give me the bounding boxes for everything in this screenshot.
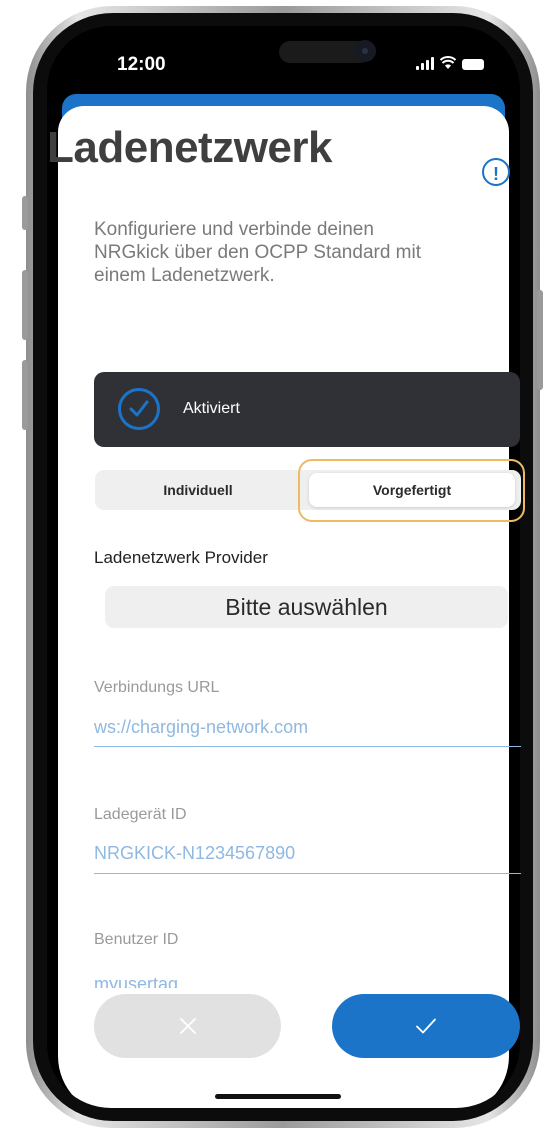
battery-icon xyxy=(462,59,484,70)
phone-action-button xyxy=(22,196,28,230)
phone-power-button xyxy=(537,290,543,390)
page-description: Konfiguriere und verbinde deinen NRGkick… xyxy=(94,219,422,286)
status-bar: 12:00 xyxy=(47,26,520,104)
user-id-clip: myusertag xyxy=(94,966,521,988)
status-icons xyxy=(416,56,484,70)
connection-url-label: Verbindungs URL xyxy=(94,679,220,696)
cellular-signal-icon xyxy=(416,57,434,70)
wifi-icon xyxy=(440,56,456,69)
charger-id-label: Ladegerät ID xyxy=(94,806,187,823)
provider-label: Ladenetzwerk Provider xyxy=(94,548,268,567)
activation-label: Aktiviert xyxy=(183,400,240,417)
page-title: Ladenetzwerk xyxy=(47,123,332,172)
connection-url-underline xyxy=(94,746,521,747)
confirm-button[interactable] xyxy=(332,994,520,1058)
checkmark-icon xyxy=(416,1018,436,1034)
close-icon xyxy=(179,1018,196,1034)
front-camera xyxy=(354,40,376,62)
charger-id-input[interactable]: NRGKICK-N1234567890 xyxy=(94,843,295,864)
user-id-input[interactable]: myusertag xyxy=(94,974,178,988)
selection-highlight xyxy=(298,459,525,522)
user-id-label: Benutzer ID xyxy=(94,931,179,948)
phone-volume-down-button xyxy=(22,360,28,430)
info-circle-icon[interactable]: ! xyxy=(482,158,510,186)
connection-url-input[interactable]: ws://charging-network.com xyxy=(94,717,308,738)
provider-select[interactable]: Bitte auswählen xyxy=(105,586,508,628)
activation-toggle[interactable]: Aktiviert xyxy=(94,372,520,447)
status-time: 12:00 xyxy=(117,54,166,75)
phone-volume-up-button xyxy=(22,270,28,340)
charger-id-underline xyxy=(94,873,521,874)
home-indicator xyxy=(215,1094,341,1099)
cancel-button[interactable] xyxy=(94,994,281,1058)
check-circle-icon xyxy=(118,388,160,430)
tab-individuell[interactable]: Individuell xyxy=(95,470,301,510)
